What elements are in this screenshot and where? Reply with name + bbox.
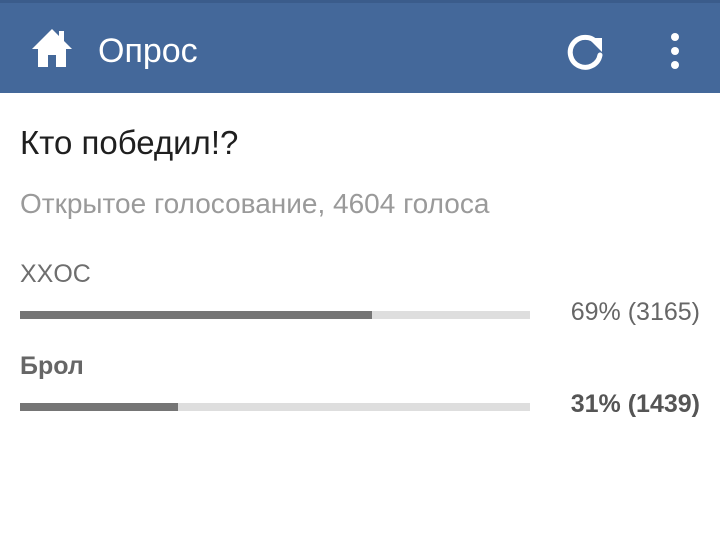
poll-option-bar-track [20,311,530,319]
poll-option-result: 69% (3165) [570,298,700,326]
home-button[interactable] [24,21,80,77]
poll-question: Кто победил!? [20,124,239,161]
poll-option-xxoc[interactable]: XXOC 69% (3165) [20,258,700,350]
more-vertical-icon [671,33,679,69]
poll-option-bar-track [20,403,530,411]
home-icon [32,29,72,67]
refresh-icon [567,34,603,70]
poll-option-label: Брол [20,352,84,380]
poll-option-bar-fill [20,403,179,411]
poll-vote-summary: Открытое голосование, 4604 голоса [20,188,490,219]
poll-screen: Опрос Кто победил!? Открытое голосование… [0,0,720,544]
more-options-button[interactable] [652,25,698,77]
poll-option-result: 31% (1439) [570,390,700,418]
poll-option-brol[interactable]: Брол 31% (1439) [20,350,700,442]
poll-option-bar-fill [20,311,372,319]
screen-title: Опрос [98,32,198,70]
refresh-button[interactable] [558,25,612,77]
poll-option-label: XXOC [20,260,91,288]
app-bar: Опрос [0,0,720,93]
